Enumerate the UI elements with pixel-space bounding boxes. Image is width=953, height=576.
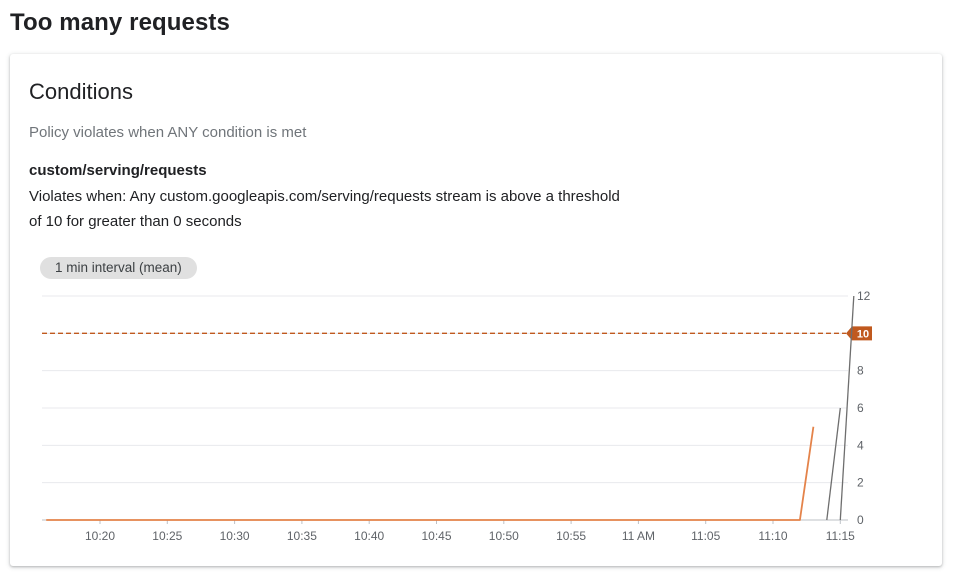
- x-tick-label: 10:35: [287, 529, 317, 543]
- y-tick-label: 2: [857, 476, 864, 490]
- x-tick-label: 11:10: [758, 529, 787, 543]
- x-tick-label: 10:45: [421, 529, 451, 543]
- x-tick-label: 11:15: [826, 529, 855, 543]
- x-tick-label: 10:30: [220, 529, 250, 543]
- x-tick-label: 10:50: [489, 529, 519, 543]
- x-tick-label: 10:55: [556, 529, 586, 543]
- y-tick-label: 6: [857, 401, 864, 415]
- threshold-label: 10: [857, 328, 869, 340]
- x-tick-label: 10:20: [85, 529, 115, 543]
- x-tick-label: 10:25: [152, 529, 182, 543]
- y-tick-label: 4: [857, 438, 864, 452]
- series-line-gray: [826, 407, 841, 521]
- series-line-orange: [46, 426, 815, 521]
- x-tick-label: 11:05: [691, 529, 720, 543]
- chart: 0 2 4 6 8 12 10:20 10:25 10:30 10:35 10:40 10:45 10:…: [42, 289, 872, 543]
- y-tick-label: 8: [857, 364, 864, 378]
- x-tick-label: 10:40: [354, 529, 384, 543]
- y-tick-label: 12: [857, 289, 871, 303]
- y-tick-label: 0: [857, 513, 864, 527]
- x-tick-label: 11 AM: [622, 529, 655, 543]
